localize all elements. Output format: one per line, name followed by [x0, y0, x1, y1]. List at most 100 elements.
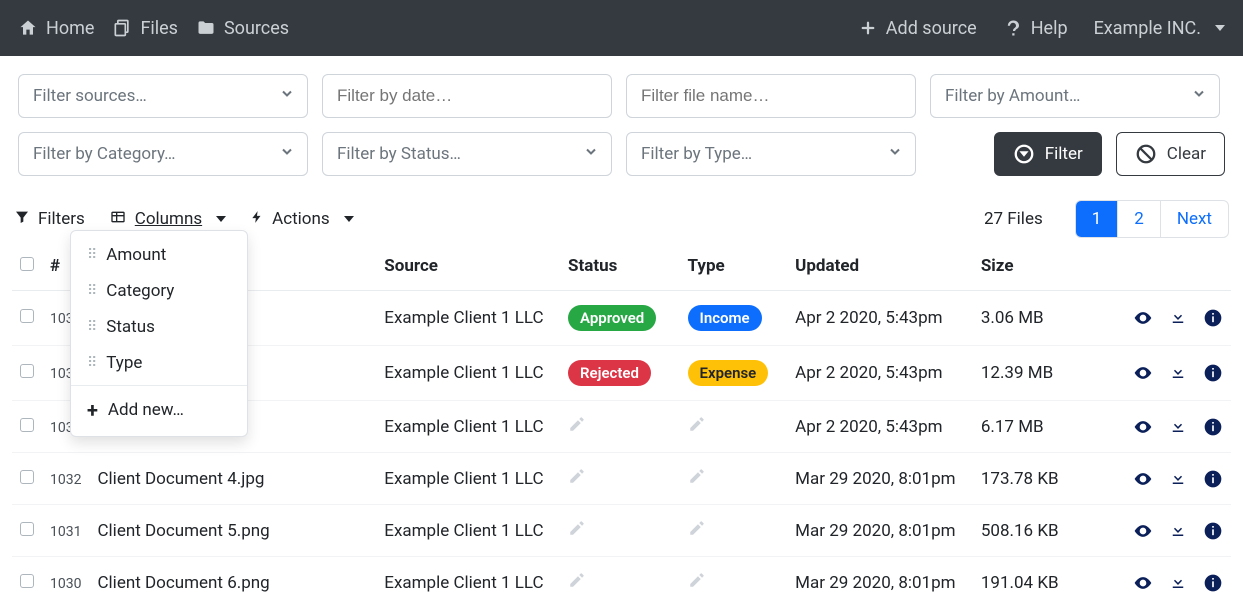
info-icon[interactable]: [1203, 521, 1223, 541]
filter-category-label: Filter by Category…: [33, 144, 176, 164]
view-icon[interactable]: [1133, 469, 1153, 489]
view-icon[interactable]: [1133, 521, 1153, 541]
file-size: 12.39 MB: [981, 363, 1053, 383]
edit-icon[interactable]: [688, 522, 706, 542]
filter-filename-input[interactable]: [626, 74, 916, 118]
clear-button[interactable]: Clear: [1116, 132, 1225, 176]
help-button[interactable]: Help: [1001, 14, 1070, 43]
file-updated: Apr 2 2020, 5:43pm: [795, 308, 942, 328]
download-icon[interactable]: [1169, 521, 1187, 541]
col-size[interactable]: Size: [973, 246, 1121, 291]
table-row: 1030 Client Document 6.png Example Clien…: [12, 557, 1231, 609]
file-source: Example Client 1 LLC: [384, 573, 543, 593]
filter-type-select[interactable]: Filter by Type…: [626, 132, 916, 176]
filter-date-input[interactable]: [322, 74, 612, 118]
add-source-button[interactable]: Add source: [856, 14, 979, 43]
page-2[interactable]: 2: [1118, 201, 1161, 237]
edit-icon[interactable]: [688, 470, 706, 490]
edit-icon[interactable]: [568, 522, 586, 542]
edit-icon[interactable]: [688, 574, 706, 594]
page-next[interactable]: Next: [1161, 201, 1228, 237]
columns-label: Columns: [135, 209, 202, 229]
grip-icon: ⠿: [87, 283, 96, 299]
row-checkbox[interactable]: [20, 364, 34, 378]
columns-add-new-label: Add new…: [108, 400, 184, 420]
filter-status-label: Filter by Status…: [337, 144, 461, 164]
edit-icon[interactable]: [568, 574, 586, 594]
file-name[interactable]: Client Document 6.png: [97, 573, 269, 593]
view-icon[interactable]: [1133, 573, 1153, 593]
row-checkbox[interactable]: [20, 309, 34, 323]
nav-home[interactable]: Home: [16, 14, 96, 43]
download-icon[interactable]: [1169, 417, 1187, 437]
filter-category-select[interactable]: Filter by Category…: [18, 132, 308, 176]
columns-item-category[interactable]: ⠿ Category: [71, 273, 247, 309]
row-number: 1030: [50, 576, 81, 592]
folder-icon: [196, 18, 216, 38]
chevron-down-icon: [887, 144, 903, 165]
page-1[interactable]: 1: [1076, 201, 1119, 237]
columns-item-type[interactable]: ⠿ Type: [71, 345, 247, 381]
col-type[interactable]: Type: [680, 246, 788, 291]
row-checkbox[interactable]: [20, 418, 34, 432]
info-icon[interactable]: [1203, 417, 1223, 437]
columns-menu-toggle[interactable]: Columns: [109, 209, 226, 230]
file-name[interactable]: Client Document 5.png: [97, 521, 269, 541]
actions-menu-toggle[interactable]: Actions: [250, 208, 354, 231]
columns-add-new[interactable]: + Add new…: [71, 390, 247, 430]
file-size: 191.04 KB: [981, 573, 1059, 593]
row-checkbox[interactable]: [20, 574, 34, 588]
filters-toggle[interactable]: Filters: [14, 209, 85, 230]
filter-button[interactable]: Filter: [994, 132, 1102, 176]
org-menu[interactable]: Example INC.: [1092, 14, 1227, 43]
file-source: Example Client 1 LLC: [384, 363, 543, 383]
file-source: Example Client 1 LLC: [384, 469, 543, 489]
download-icon[interactable]: [1169, 308, 1187, 328]
edit-icon[interactable]: [688, 418, 706, 438]
info-icon[interactable]: [1203, 469, 1223, 489]
file-name[interactable]: Client Document 4.jpg: [97, 469, 264, 489]
view-icon[interactable]: [1133, 363, 1153, 383]
plus-icon: +: [87, 398, 98, 422]
row-checkbox[interactable]: [20, 470, 34, 484]
file-size: 508.16 KB: [981, 521, 1059, 541]
col-status[interactable]: Status: [560, 246, 680, 291]
info-icon[interactable]: [1203, 363, 1223, 383]
col-updated[interactable]: Updated: [787, 246, 973, 291]
chevron-down-icon: [279, 144, 295, 165]
download-icon[interactable]: [1169, 573, 1187, 593]
filter-amount-label: Filter by Amount…: [945, 86, 1080, 106]
columns-item-status[interactable]: ⠿ Status: [71, 309, 247, 345]
edit-icon[interactable]: [568, 470, 586, 490]
toolbar: Filters Columns Actions 27 Files 1 2 Nex…: [0, 190, 1243, 246]
clear-button-label: Clear: [1167, 144, 1206, 164]
view-icon[interactable]: [1133, 417, 1153, 437]
download-icon[interactable]: [1169, 469, 1187, 489]
filters-toggle-label: Filters: [38, 209, 85, 229]
nav-sources-label: Sources: [224, 18, 289, 39]
filter-sources-label: Filter sources…: [33, 86, 147, 106]
nav-files[interactable]: Files: [110, 14, 180, 43]
row-checkbox[interactable]: [20, 522, 34, 536]
download-icon[interactable]: [1169, 363, 1187, 383]
file-source: Example Client 1 LLC: [384, 308, 543, 328]
type-badge: Expense: [688, 360, 769, 386]
col-source[interactable]: Source: [376, 246, 560, 291]
filter-status-select[interactable]: Filter by Status…: [322, 132, 612, 176]
columns-item-amount[interactable]: ⠿ Amount: [71, 237, 247, 273]
file-updated: Mar 29 2020, 8:01pm: [795, 521, 955, 541]
nav-sources[interactable]: Sources: [194, 14, 291, 43]
filter-sources-select[interactable]: Filter sources…: [18, 74, 308, 118]
filter-button-label: Filter: [1045, 144, 1083, 164]
columns-item-label: Amount: [106, 245, 166, 265]
columns-item-label: Type: [106, 353, 142, 373]
status-badge: Approved: [568, 305, 656, 331]
info-icon[interactable]: [1203, 573, 1223, 593]
filter-amount-select[interactable]: Filter by Amount…: [930, 74, 1220, 118]
info-icon[interactable]: [1203, 308, 1223, 328]
view-icon[interactable]: [1133, 308, 1153, 328]
help-icon: [1003, 18, 1023, 38]
bolt-icon: [250, 208, 264, 231]
select-all-checkbox[interactable]: [20, 257, 34, 271]
edit-icon[interactable]: [568, 418, 586, 438]
